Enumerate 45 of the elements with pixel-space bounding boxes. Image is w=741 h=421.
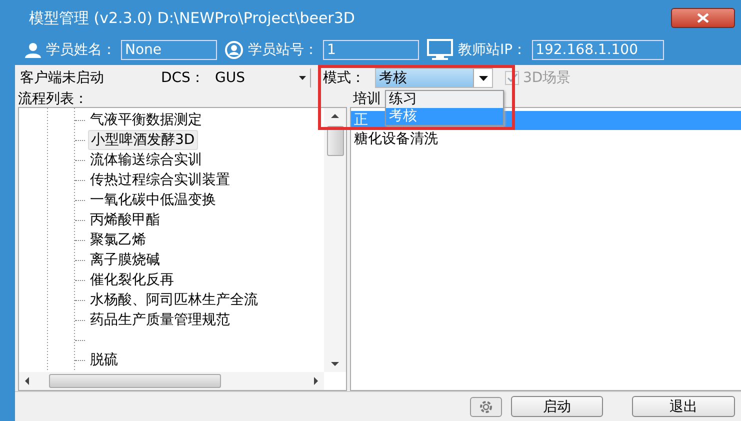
dropdown-option[interactable]: 练习 (386, 91, 503, 108)
scrollbar[interactable] (19, 372, 324, 390)
checkbox-label: 3D场景 (523, 69, 571, 87)
scroll-left-icon (25, 377, 29, 385)
dropdown[interactable]: 考核 (375, 68, 493, 88)
field-label: 教师站IP： (458, 40, 527, 58)
caret-icon (299, 76, 306, 80)
action-button[interactable]: 退出 (632, 396, 735, 417)
scrollbar[interactable] (324, 108, 346, 372)
settings-button[interactable] (470, 396, 502, 416)
scroll-right-icon (314, 377, 318, 385)
check-icon (506, 72, 518, 83)
scroll-thumb[interactable] (49, 374, 221, 388)
tree-item[interactable]: 气液平衡数据测定 (88, 111, 204, 129)
user-circle-icon (225, 40, 243, 58)
scroll-down-icon (331, 362, 339, 366)
person-icon (25, 42, 41, 58)
close-icon (696, 12, 710, 24)
tree-item[interactable]: 水杨酸、阿司匹林生产全流 (88, 291, 260, 309)
field-label: 学员姓名： (46, 40, 116, 58)
status-text: 客户端未启动 (20, 69, 105, 87)
tree-item[interactable]: 离子膜烧碱 (88, 251, 162, 269)
field-label: DCS： (161, 69, 205, 87)
tree-item[interactable]: 催化裂化反再 (88, 271, 176, 289)
field-label: 学员站号： (248, 40, 318, 58)
close-button[interactable] (671, 8, 735, 28)
tree-item[interactable]: 传热过程综合实训装置 (88, 171, 232, 189)
tree-item[interactable]: 药品生产质量管理规范 (88, 311, 232, 329)
column-header: 培训 (352, 91, 381, 107)
settings-icon (478, 398, 494, 414)
list-row[interactable]: 糖化设备清洗 (351, 130, 741, 149)
tree-item[interactable]: 小型啤酒发酵3D (88, 130, 198, 150)
panel-heading: 流程列表： (17, 91, 89, 107)
tree-item[interactable]: 流体输送综合实训 (88, 151, 204, 169)
tree-item[interactable]: 一氧化碳中低温变换 (88, 191, 218, 209)
caret-icon (478, 76, 488, 80)
field-label: 模式： (323, 69, 365, 87)
scroll-up-icon (331, 114, 339, 118)
tree-item[interactable]: 聚氯乙烯 (88, 231, 148, 249)
tree-item[interactable]: 丙烯酸甲酯 (88, 211, 162, 229)
monitor-icon (427, 39, 453, 60)
window-title: 模型管理 (v2.3.0) D:\NEWPro\Project\beer3D (29, 8, 355, 28)
tree-item[interactable]: 脱硫 (88, 351, 120, 369)
action-button[interactable]: 启动 (511, 396, 603, 417)
scroll-thumb[interactable] (326, 126, 344, 156)
